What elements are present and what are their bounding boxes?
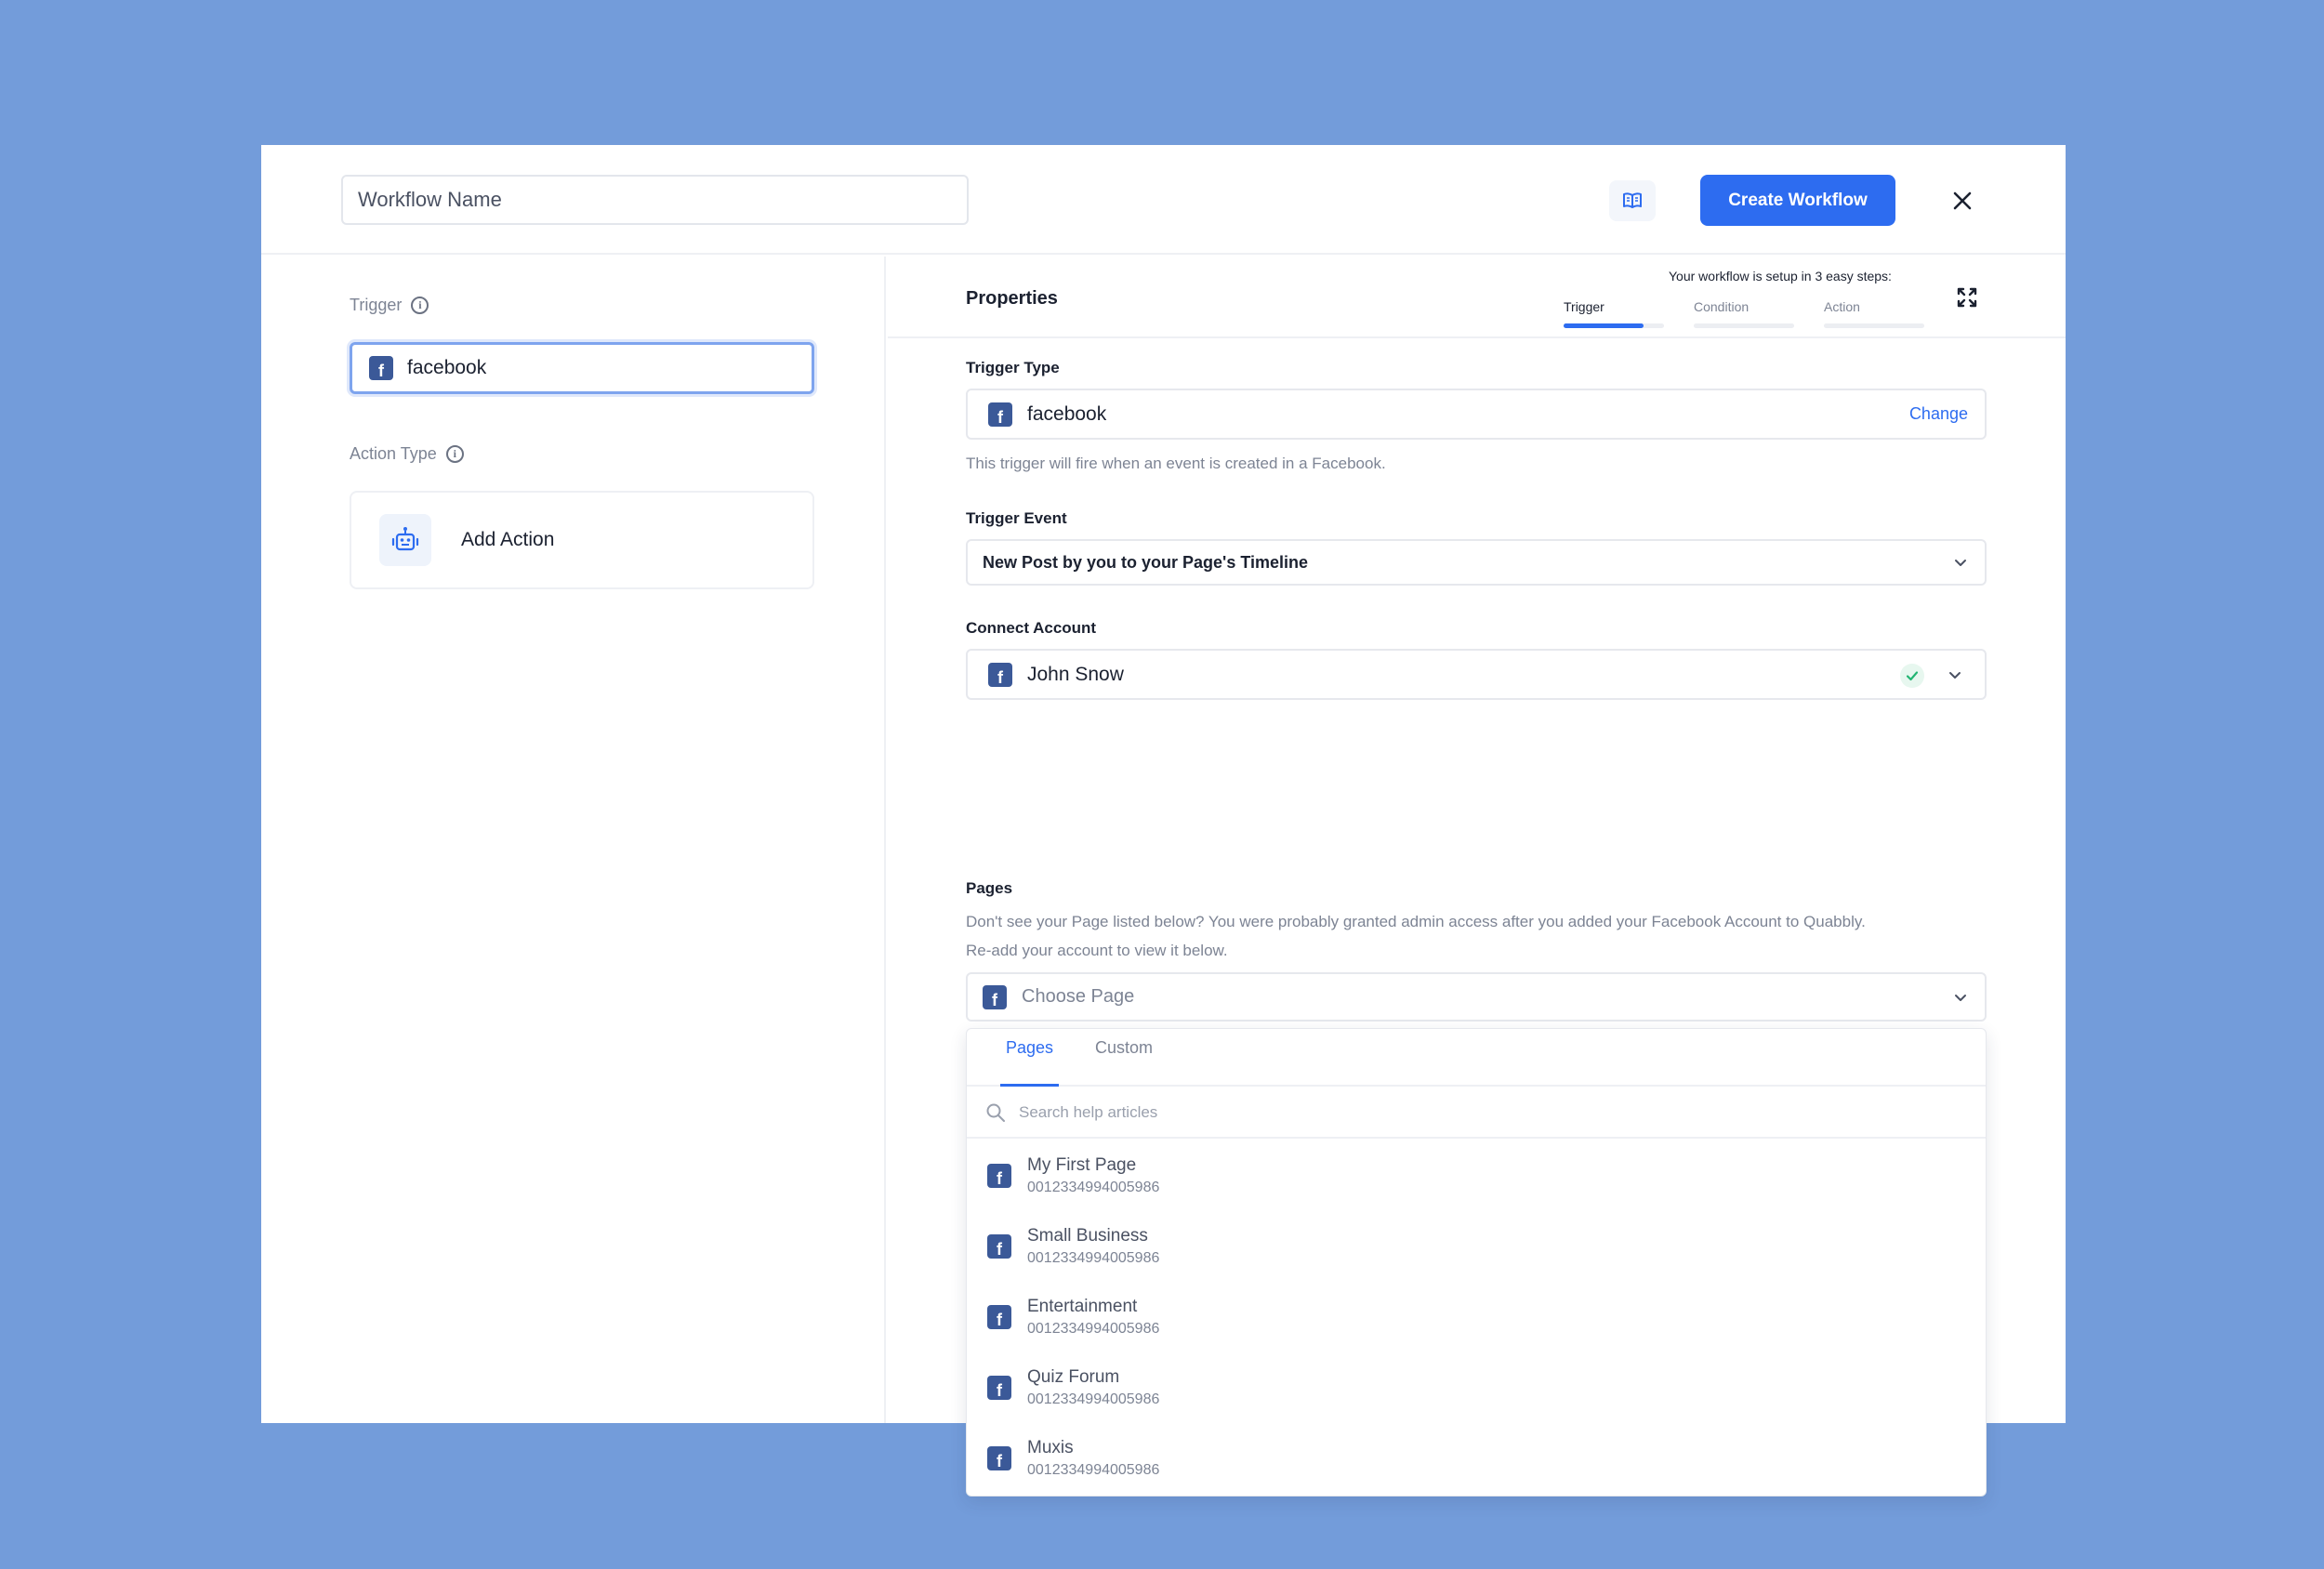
step-progress-bar xyxy=(1694,323,1794,328)
tab-pages[interactable]: Pages xyxy=(1000,1038,1060,1087)
properties-title: Properties xyxy=(966,288,1058,309)
expand-icon[interactable] xyxy=(1956,286,1978,309)
facebook-icon: f xyxy=(987,1164,1011,1188)
facebook-icon: f xyxy=(987,1305,1011,1329)
check-circle-icon xyxy=(1900,664,1924,688)
page-option[interactable]: f Small Business 0012334994005986 xyxy=(967,1211,1986,1282)
step-trigger[interactable]: Trigger xyxy=(1564,299,1664,328)
choose-page-placeholder: Choose Page xyxy=(1022,986,1135,1007)
chevron-down-icon xyxy=(1955,995,1966,1001)
facebook-icon: f xyxy=(988,662,1012,687)
close-icon xyxy=(1953,191,1972,210)
page-option[interactable]: f My First Page 0012334994005986 xyxy=(967,1140,1986,1211)
step-progress-bar xyxy=(1564,323,1664,328)
choose-page-select[interactable]: f Choose Page xyxy=(966,972,1987,1022)
connect-account-label: Connect Account xyxy=(966,619,1097,637)
facebook-icon: f xyxy=(987,1234,1011,1259)
search-input[interactable] xyxy=(1019,1103,1855,1122)
trigger-type-label: Trigger Type xyxy=(966,359,1060,376)
step-label: Action xyxy=(1824,299,1860,314)
action-type-label-text: Action Type xyxy=(350,444,437,463)
step-progress-bar xyxy=(1824,323,1924,328)
dropdown-search xyxy=(967,1088,1986,1139)
properties-header: Properties Your workflow is setup in 3 e… xyxy=(888,257,2066,338)
workflow-modal: Create Workflow Trigger i f facebook Act… xyxy=(261,145,2066,1496)
trigger-event-value: New Post by you to your Page's Timeline xyxy=(983,552,1309,572)
page-option-name: Small Business xyxy=(1027,1226,1148,1246)
info-icon[interactable]: i xyxy=(411,297,429,314)
pages-hint-line1: Don't see your Page listed below? You we… xyxy=(966,913,1866,930)
trigger-card-label: facebook xyxy=(407,357,487,378)
properties-panel: Properties Your workflow is setup in 3 e… xyxy=(888,257,2066,1496)
page-option-name: Entertainment xyxy=(1027,1297,1138,1316)
close-button[interactable] xyxy=(1946,184,1979,218)
pages-hint-line2: Re-add your account to view it below. xyxy=(966,942,1228,959)
change-trigger-link[interactable]: Change xyxy=(1909,404,1968,424)
action-type-label: Action Type i xyxy=(350,444,464,464)
page-option-name: My First Page xyxy=(1027,1155,1137,1175)
robot-icon-tile xyxy=(379,514,431,566)
workflow-name-input[interactable] xyxy=(341,175,969,225)
tab-custom[interactable]: Custom xyxy=(1089,1038,1158,1087)
trigger-event-select[interactable]: New Post by you to your Page's Timeline xyxy=(966,539,1987,586)
page-option-id: 0012334994005986 xyxy=(1027,1462,1160,1478)
docs-button[interactable] xyxy=(1609,180,1656,221)
trigger-type-field: f facebook Change xyxy=(966,389,1987,440)
connect-account-select[interactable]: f John Snow xyxy=(966,649,1987,700)
pages-label: Pages xyxy=(966,879,1013,897)
page-option[interactable]: f Entertainment 0012334994005986 xyxy=(967,1282,1986,1352)
page-option-name: Muxis xyxy=(1027,1438,1074,1457)
workflow-builder-panel: Trigger i f facebook Action Type i Add A… xyxy=(261,257,886,1423)
trigger-label: Trigger i xyxy=(350,296,429,315)
info-icon[interactable]: i xyxy=(445,445,464,463)
facebook-icon: f xyxy=(988,402,1012,427)
search-icon xyxy=(986,1103,1005,1122)
facebook-icon: f xyxy=(987,1376,1011,1400)
page-option-id: 0012334994005986 xyxy=(1027,1180,1160,1195)
page-dropdown: Pages Custom f My First Page 001233499400… xyxy=(966,1028,1987,1496)
page-option-id: 0012334994005986 xyxy=(1027,1321,1160,1337)
steps-caption: Your workflow is setup in 3 easy steps: xyxy=(1669,269,1892,283)
page-option-id: 0012334994005986 xyxy=(1027,1250,1160,1266)
dropdown-tabs: Pages Custom xyxy=(967,1029,1986,1087)
page-option[interactable]: f Muxis 0012334994005986 xyxy=(967,1423,1986,1494)
chevron-down-icon xyxy=(1955,560,1966,566)
add-action-label: Add Action xyxy=(461,529,555,550)
connect-account-value: John Snow xyxy=(1027,663,1124,685)
add-action-card[interactable]: Add Action xyxy=(350,491,814,589)
step-action[interactable]: Action xyxy=(1824,299,1924,328)
page-option-id: 0012334994005986 xyxy=(1027,1391,1160,1407)
facebook-icon: f xyxy=(983,984,1007,1009)
create-workflow-button[interactable]: Create Workflow xyxy=(1700,175,1895,226)
page-option[interactable]: f Quiz Forum 0012334994005986 xyxy=(967,1352,1986,1423)
step-label: Trigger xyxy=(1564,299,1604,314)
step-condition[interactable]: Condition xyxy=(1694,299,1794,328)
step-progress-fill xyxy=(1564,323,1644,328)
page-option-name: Quiz Forum xyxy=(1027,1367,1120,1387)
modal-header: Create Workflow xyxy=(261,145,2066,255)
facebook-icon: f xyxy=(369,356,393,380)
robot-icon xyxy=(391,527,419,551)
chevron-down-icon xyxy=(1949,672,1961,679)
trigger-card[interactable]: f facebook xyxy=(350,342,814,394)
trigger-type-value: facebook xyxy=(1027,402,1107,425)
trigger-label-text: Trigger xyxy=(350,296,403,314)
trigger-type-hint: This trigger will fire when an event is … xyxy=(966,455,1386,472)
step-label: Condition xyxy=(1694,299,1750,314)
trigger-event-label: Trigger Event xyxy=(966,509,1067,527)
facebook-icon: f xyxy=(987,1446,1011,1470)
book-icon xyxy=(1623,192,1642,208)
